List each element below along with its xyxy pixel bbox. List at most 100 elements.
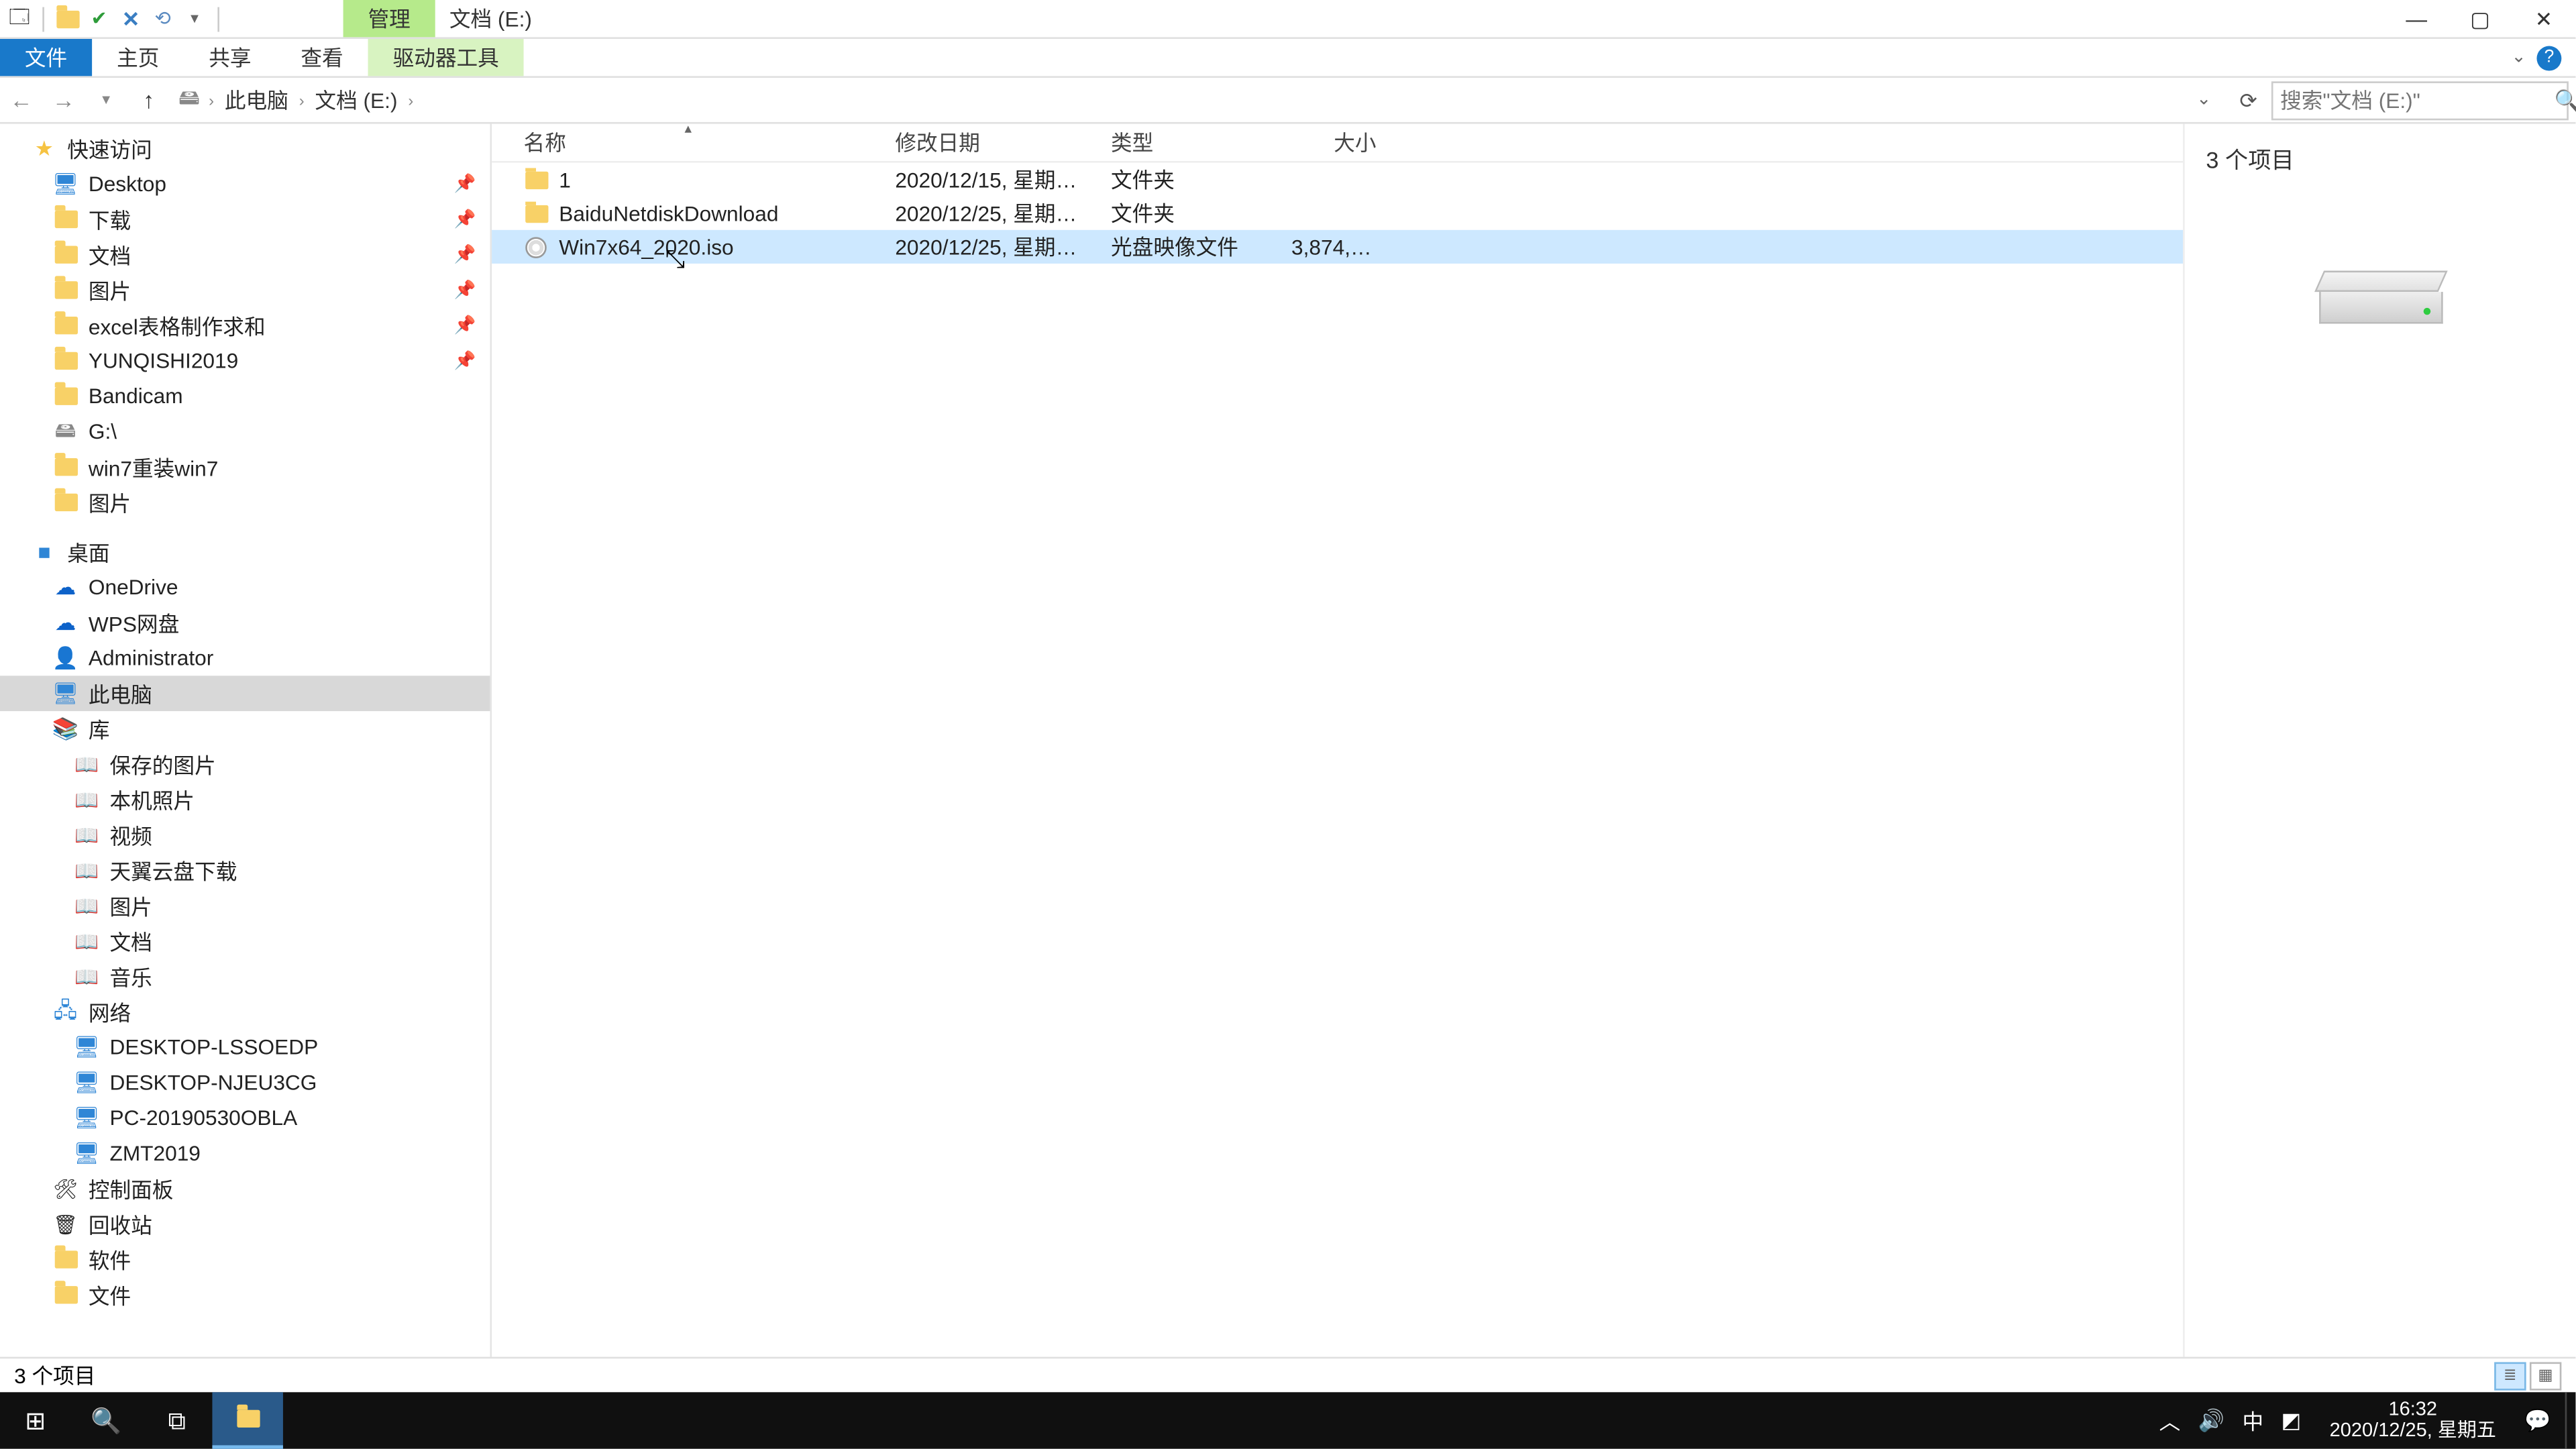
- nav-quick-item[interactable]: 图片 📌: [0, 272, 490, 308]
- nav-quick-item[interactable]: excel表格制作求和 📌: [0, 308, 490, 343]
- chevron-right-icon[interactable]: ›: [405, 91, 417, 109]
- nav-quick-access[interactable]: ★ 快速访问: [0, 131, 490, 166]
- nav-files[interactable]: 文件: [0, 1277, 490, 1313]
- nav-desktop-item[interactable]: 🖥 此电脑: [0, 676, 490, 711]
- nav-quick-item[interactable]: 🖴 G:\: [0, 414, 490, 449]
- taskbar-explorer-button[interactable]: [212, 1392, 282, 1448]
- minimize-button[interactable]: —: [2385, 0, 2449, 38]
- desk-icon: 🖥: [53, 172, 78, 197]
- taskbar-clock[interactable]: 16:32 2020/12/25, 星期五: [2319, 1399, 2507, 1442]
- start-button[interactable]: ⊞: [0, 1392, 70, 1448]
- search-icon[interactable]: 🔍: [2555, 88, 2576, 113]
- nav-quick-item[interactable]: 文档 📌: [0, 237, 490, 272]
- file-type: 光盘映像文件: [1100, 231, 1281, 262]
- nav-desktop-item[interactable]: 📚 库: [0, 711, 490, 747]
- ribbon-tab-file[interactable]: 文件: [0, 39, 92, 76]
- help-icon[interactable]: ?: [2536, 45, 2561, 70]
- qat-folder-icon[interactable]: [55, 6, 80, 31]
- ribbon-tab-share[interactable]: 共享: [184, 39, 276, 76]
- nav-library-item[interactable]: 📖 本机照片: [0, 782, 490, 818]
- status-item-count: 3 个项目: [14, 1360, 95, 1391]
- chevron-right-icon[interactable]: ›: [205, 91, 217, 109]
- breadcrumb-this-pc[interactable]: 此电脑: [221, 85, 292, 115]
- qat-undo-icon[interactable]: ⟲: [150, 6, 175, 31]
- nav-desktop-item[interactable]: ☁ WPS网盘: [0, 605, 490, 641]
- nav-network-item[interactable]: 🖥 PC-20190530OBLA: [0, 1100, 490, 1136]
- nav-desktop-item[interactable]: ☁ OneDrive: [0, 570, 490, 605]
- column-size[interactable]: 大小: [1281, 127, 1387, 158]
- folder-icon: [53, 278, 78, 303]
- cursor-icon: ⤡: [665, 244, 686, 274]
- qat-delete-icon[interactable]: ✕: [119, 6, 144, 31]
- nav-quick-item[interactable]: Bandicam: [0, 378, 490, 414]
- nav-label: 音乐: [109, 961, 152, 991]
- ribbon-tab-drive-tools[interactable]: 驱动器工具: [368, 39, 524, 76]
- nav-library-item[interactable]: 📖 保存的图片: [0, 747, 490, 782]
- chevron-right-icon[interactable]: ›: [295, 91, 307, 109]
- ribbon-collapse-icon[interactable]: ⌄: [2512, 48, 2526, 67]
- nav-recent-dropdown[interactable]: ▾: [85, 90, 127, 109]
- folder-icon: [53, 207, 78, 232]
- file-list[interactable]: 名称 修改日期 类型 大小 1 2020/12/15, 星期二 1... 文件夹…: [492, 124, 2183, 1357]
- nav-network-item[interactable]: 🖥 ZMT2019: [0, 1136, 490, 1171]
- nav-label: excel表格制作求和: [89, 311, 266, 341]
- view-details-button[interactable]: ≣: [2494, 1361, 2526, 1389]
- navigation-pane[interactable]: ★ 快速访问 🖥 Desktop 📌 下载 📌 文档 📌 图片 📌 excel表…: [0, 124, 492, 1357]
- column-date[interactable]: 修改日期: [885, 127, 1101, 158]
- nav-desktop[interactable]: ■ 桌面: [0, 534, 490, 570]
- breadcrumb-current[interactable]: 文档 (E:): [311, 85, 401, 115]
- nav-library-item[interactable]: 📖 天翼云盘下载: [0, 853, 490, 888]
- ribbon-tab-view[interactable]: 查看: [276, 39, 368, 76]
- taskbar-search-button[interactable]: 🔍: [70, 1392, 141, 1448]
- nav-network-item[interactable]: 🖥 DESKTOP-LSSOEDP: [0, 1030, 490, 1065]
- qat-properties-icon[interactable]: ✔: [87, 6, 111, 31]
- library-icon: 📖: [74, 858, 99, 883]
- file-row[interactable]: BaiduNetdiskDownload 2020/12/25, 星期五 1..…: [492, 197, 2183, 230]
- volume-icon[interactable]: 🔊: [2198, 1408, 2224, 1433]
- column-type[interactable]: 类型: [1100, 127, 1281, 158]
- tray-app-icon[interactable]: ◩: [2281, 1408, 2301, 1433]
- file-row[interactable]: 1 2020/12/15, 星期二 1... 文件夹: [492, 163, 2183, 197]
- nav-back-button[interactable]: ←: [0, 87, 42, 113]
- task-view-button[interactable]: ⧉: [142, 1392, 212, 1448]
- nav-network[interactable]: 🖧 网络: [0, 994, 490, 1030]
- search-box[interactable]: 🔍: [2271, 80, 2569, 119]
- action-center-icon[interactable]: 💬: [2524, 1408, 2551, 1433]
- maximize-button[interactable]: ▢: [2449, 0, 2512, 38]
- nav-recycle-bin[interactable]: 🗑 回收站: [0, 1206, 490, 1242]
- nav-quick-item[interactable]: 下载 📌: [0, 202, 490, 237]
- nav-quick-item[interactable]: win7重装win7: [0, 449, 490, 485]
- drive-icon: 🖴: [53, 419, 78, 444]
- breadcrumb[interactable]: 🖴 › 此电脑 › 文档 (E:) › ⌄: [170, 85, 2229, 115]
- nav-up-button[interactable]: ↑: [127, 87, 170, 113]
- nav-control-panel[interactable]: 🛠 控制面板: [0, 1171, 490, 1207]
- library-icon: 📖: [74, 894, 99, 918]
- ribbon-tab-home[interactable]: 主页: [92, 39, 184, 76]
- nav-quick-item[interactable]: 🖥 Desktop 📌: [0, 166, 490, 202]
- nav-quick-item[interactable]: 图片: [0, 485, 490, 521]
- tray-overflow-icon[interactable]: ︿: [2159, 1405, 2181, 1436]
- file-row[interactable]: Win7x64_2020.iso 2020/12/25, 星期五 1... 光盘…: [492, 230, 2183, 264]
- nav-label: YUNQISHI2019: [89, 348, 238, 373]
- folder-icon: [53, 455, 78, 480]
- ime-indicator[interactable]: 中: [2242, 1405, 2263, 1436]
- search-input[interactable]: [2280, 88, 2555, 113]
- qat-dropdown-icon[interactable]: ▾: [182, 6, 207, 31]
- address-dropdown-icon[interactable]: ⌄: [2186, 90, 2222, 109]
- nav-label: 文档: [89, 239, 131, 270]
- nav-software[interactable]: 软件: [0, 1242, 490, 1277]
- nav-forward-button[interactable]: →: [42, 87, 85, 113]
- nav-library-item[interactable]: 📖 音乐: [0, 959, 490, 994]
- view-thumbnails-button[interactable]: ▦: [2530, 1361, 2561, 1389]
- folder-icon: [53, 242, 78, 267]
- nav-library-item[interactable]: 📖 视频: [0, 817, 490, 853]
- close-button[interactable]: ✕: [2512, 0, 2576, 38]
- nav-network-item[interactable]: 🖥 DESKTOP-NJEU3CG: [0, 1065, 490, 1100]
- nav-library-item[interactable]: 📖 图片: [0, 888, 490, 924]
- refresh-button[interactable]: ⟳: [2229, 88, 2268, 113]
- nav-desktop-item[interactable]: 👤 Administrator: [0, 641, 490, 676]
- show-desktop-button[interactable]: [2565, 1392, 2576, 1448]
- nav-quick-item[interactable]: YUNQISHI2019 📌: [0, 343, 490, 379]
- nav-library-item[interactable]: 📖 文档: [0, 924, 490, 959]
- nav-label: 控制面板: [89, 1174, 174, 1204]
